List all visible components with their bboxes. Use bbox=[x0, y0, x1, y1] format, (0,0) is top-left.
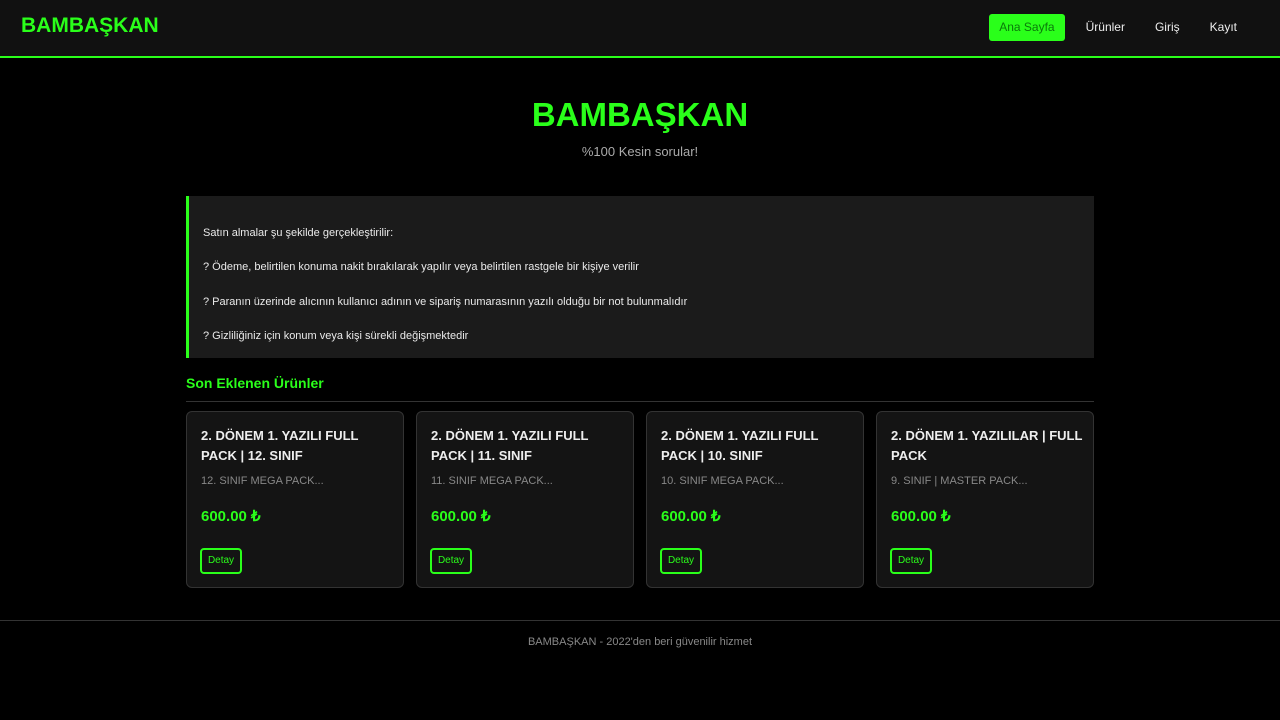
product-title: 2. DÖNEM 1. YAZILILAR | FULL PACK bbox=[891, 428, 1083, 463]
hero-title: BAMBAŞKAN bbox=[531, 96, 749, 133]
product-price: 600.00 ₺ bbox=[431, 508, 491, 525]
product-description: 12. SINIF MEGA PACK... bbox=[201, 475, 324, 487]
detail-button[interactable]: Detay bbox=[660, 548, 702, 574]
product-description: 9. SINIF | MASTER PACK... bbox=[891, 475, 1028, 487]
section-divider bbox=[186, 401, 1094, 402]
product-card[interactable]: 2. DÖNEM 1. YAZILI FULL PACK | 12. SINIF… bbox=[186, 411, 404, 588]
nav-home[interactable]: Ana Sayfa bbox=[989, 14, 1065, 41]
product-title: 2. DÖNEM 1. YAZILI FULL PACK | 11. SINIF bbox=[431, 428, 589, 463]
nav-register[interactable]: Kayıt bbox=[1197, 14, 1250, 41]
product-description: 10. SINIF MEGA PACK... bbox=[661, 475, 784, 487]
product-card[interactable]: 2. DÖNEM 1. YAZILI FULL PACK | 10. SINIF… bbox=[646, 411, 864, 588]
nav-login[interactable]: Giriş bbox=[1142, 14, 1193, 41]
product-description: 11. SINIF MEGA PACK... bbox=[431, 475, 553, 487]
info-line: ? Gizliliğiniz için konum veya kişi süre… bbox=[203, 329, 469, 342]
product-card[interactable]: 2. DÖNEM 1. YAZILILAR | FULL PACK 9. SIN… bbox=[876, 411, 1094, 588]
footer-text: BAMBAŞKAN - 2022'den beri güvenilir hizm… bbox=[527, 636, 753, 648]
nav-links: Ana Sayfa Ürünler Giriş Kayıt bbox=[985, 14, 1250, 41]
section-title: Son Eklenen Ürünler bbox=[186, 375, 324, 391]
nav-products[interactable]: Ürünler bbox=[1073, 14, 1138, 41]
detail-button[interactable]: Detay bbox=[890, 548, 932, 574]
product-title: 2. DÖNEM 1. YAZILI FULL PACK | 10. SINIF bbox=[661, 428, 819, 463]
product-grid: 2. DÖNEM 1. YAZILI FULL PACK | 12. SINIF… bbox=[186, 411, 1094, 588]
info-line: ? Paranın üzerinde alıcının kullanıcı ad… bbox=[203, 295, 688, 308]
product-price: 600.00 ₺ bbox=[201, 508, 261, 525]
product-price: 600.00 ₺ bbox=[661, 508, 721, 525]
detail-button[interactable]: Detay bbox=[430, 548, 472, 574]
product-title: 2. DÖNEM 1. YAZILI FULL PACK | 12. SINIF bbox=[201, 428, 359, 463]
info-box: Satın almalar şu şekilde gerçekleştirili… bbox=[186, 196, 1094, 358]
product-card[interactable]: 2. DÖNEM 1. YAZILI FULL PACK | 11. SINIF… bbox=[416, 411, 634, 588]
hero-subtitle: %100 Kesin sorular! bbox=[581, 144, 699, 159]
info-line: Satın almalar şu şekilde gerçekleştirili… bbox=[203, 227, 394, 239]
navbar: BAMBAŞKAN Ana Sayfa Ürünler Giriş Kayıt bbox=[0, 0, 1280, 58]
product-price: 600.00 ₺ bbox=[891, 508, 951, 525]
footer-divider bbox=[0, 620, 1280, 621]
brand-logo[interactable]: BAMBAŞKAN bbox=[21, 14, 159, 38]
info-line: ? Ödeme, belirtilen konuma nakit bırakıl… bbox=[203, 261, 639, 274]
detail-button[interactable]: Detay bbox=[200, 548, 242, 574]
